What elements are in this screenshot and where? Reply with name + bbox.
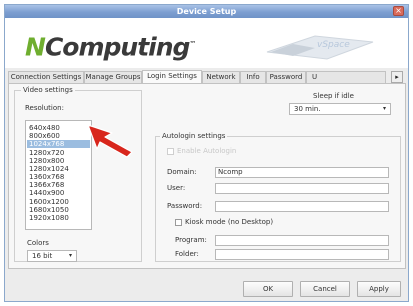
domain-label: Domain:	[167, 168, 197, 176]
chevron-down-icon: ▾	[382, 105, 386, 112]
sleep-if-idle-label: Sleep if idle	[313, 92, 354, 100]
resolution-label: Resolution:	[25, 104, 64, 112]
window-title: Device Setup	[176, 7, 237, 16]
tab-manage-groups[interactable]: Manage Groups	[84, 71, 142, 83]
sleep-select[interactable]: 30 min. ▾	[289, 103, 391, 115]
tab-info[interactable]: Info	[240, 71, 266, 83]
list-item-selected[interactable]: 1024x768	[27, 140, 90, 148]
tab-strip: Connection Settings Manage Groups Login …	[8, 70, 406, 83]
user-label: User:	[167, 184, 186, 192]
program-field[interactable]	[215, 235, 389, 246]
brand-banner: NComputing™ vSpace	[5, 18, 408, 68]
user-field[interactable]	[215, 183, 389, 194]
tab-connection-settings[interactable]: Connection Settings	[8, 71, 84, 83]
video-settings-label: Video settings	[21, 86, 75, 94]
password-field[interactable]	[215, 201, 389, 212]
list-item[interactable]: 1366x768	[29, 181, 89, 189]
folder-label: Folder:	[175, 250, 199, 258]
list-item[interactable]: 640x480	[29, 124, 89, 132]
list-item[interactable]: 1360x768	[29, 173, 89, 181]
list-item[interactable]: 800x600	[29, 132, 89, 140]
resolution-list[interactable]: 640x480 800x600 1024x768 1280x720 1280x8…	[25, 120, 92, 230]
apply-button[interactable]: Apply	[357, 281, 401, 297]
tab-network[interactable]: Network	[202, 71, 240, 83]
colors-value: 16 bit	[32, 252, 53, 260]
list-item[interactable]: 1440x900	[29, 189, 89, 197]
vspace-label: vSpace	[317, 40, 350, 50]
video-settings-group: Video settings Resolution: 640x480 800x6…	[14, 86, 142, 262]
ok-button[interactable]: OK	[243, 281, 293, 297]
title-bar[interactable]: Device Setup ×	[5, 5, 408, 18]
tab-u[interactable]: U	[306, 71, 386, 83]
list-item[interactable]: 1920x1080	[29, 214, 89, 222]
list-item[interactable]: 1280x1024	[29, 165, 89, 173]
tab-login-settings[interactable]: Login Settings	[142, 70, 202, 83]
folder-field[interactable]	[215, 249, 389, 260]
ncomputing-logo: NComputing™	[25, 32, 196, 62]
program-label: Program:	[175, 236, 207, 244]
login-settings-panel: Video settings Resolution: 640x480 800x6…	[8, 83, 406, 269]
list-item[interactable]: 1600x1200	[29, 198, 89, 206]
colors-select[interactable]: 16 bit ▾	[27, 250, 77, 262]
chevron-down-icon: ▾	[68, 252, 72, 259]
enable-autologin-label: Enable Autologin	[177, 147, 237, 155]
enable-autologin-checkbox[interactable]	[167, 148, 174, 155]
close-icon[interactable]: ×	[393, 6, 404, 16]
tab-password[interactable]: Password	[266, 71, 306, 83]
tab-scroll-right-icon[interactable]: ▸	[391, 71, 403, 83]
autologin-settings-label: Autologin settings	[160, 132, 228, 140]
domain-field[interactable]: Ncomp	[215, 167, 389, 178]
kiosk-mode-checkbox[interactable]	[175, 219, 182, 226]
list-item[interactable]: 1680x1050	[29, 206, 89, 214]
cancel-button[interactable]: Cancel	[300, 281, 350, 297]
red-arrow-icon	[87, 124, 133, 158]
device-setup-window: Device Setup × NComputing™ vSpace Connec…	[4, 4, 409, 302]
kiosk-mode-label: Kiosk mode (no Desktop)	[185, 218, 274, 226]
list-item[interactable]: 1280x800	[29, 157, 89, 165]
sleep-value: 30 min.	[294, 105, 321, 113]
list-item[interactable]: 1280x720	[29, 149, 89, 157]
colors-label: Colors	[27, 239, 49, 247]
password-label: Password:	[167, 202, 203, 210]
